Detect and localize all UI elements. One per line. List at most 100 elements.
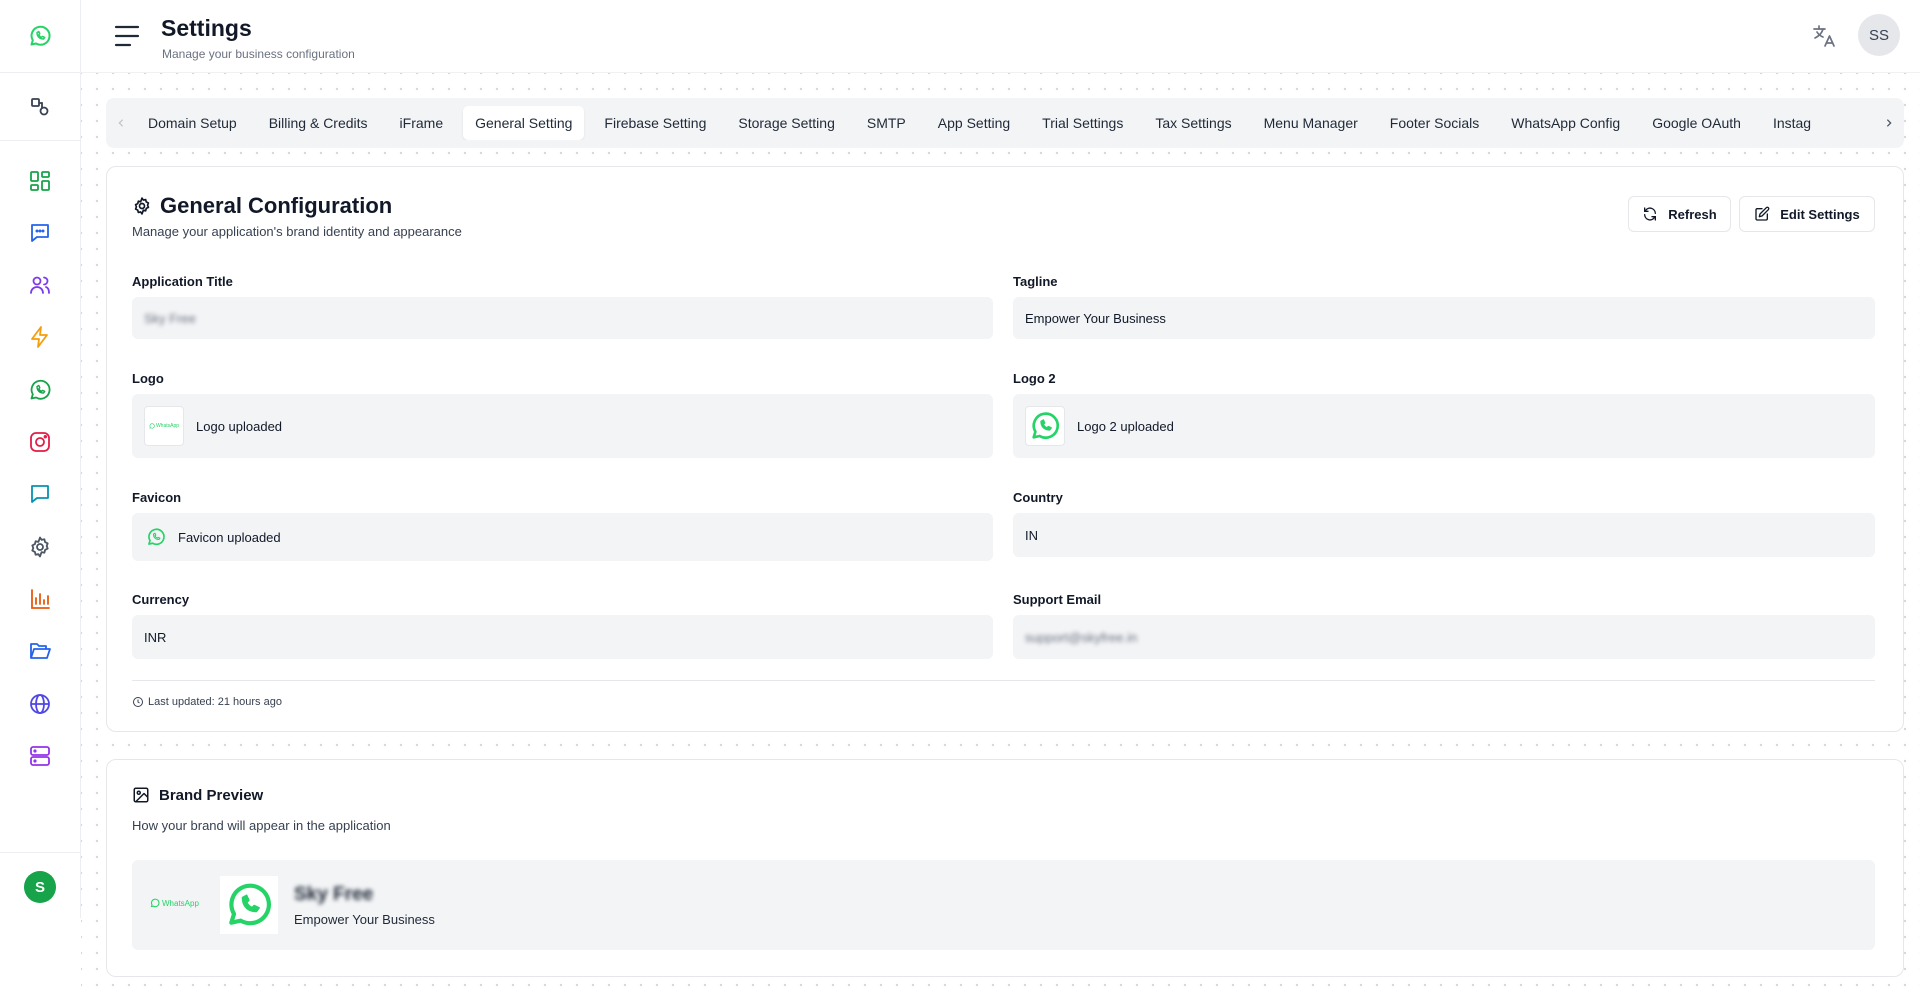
last-updated-text: Last updated: 21 hours ago bbox=[148, 696, 282, 708]
last-updated: Last updated: 21 hours ago bbox=[132, 696, 282, 708]
brand-logo-wordmark: WhatsApp bbox=[150, 898, 199, 908]
tab-storage-setting[interactable]: Storage Setting bbox=[726, 106, 847, 140]
application-title-value: Sky Free bbox=[144, 310, 197, 326]
brand-tagline: Empower Your Business bbox=[294, 912, 435, 927]
whatsapp-wordmark: WhatsApp bbox=[149, 423, 179, 429]
support-email-value: support@skyfree.in bbox=[1025, 629, 1138, 645]
page-subtitle: Manage your business configuration bbox=[162, 47, 355, 61]
chevron-left-icon[interactable] bbox=[106, 98, 136, 148]
tab-iframe[interactable]: iFrame bbox=[388, 106, 456, 140]
tagline-value: Empower Your Business bbox=[1025, 310, 1166, 326]
divider bbox=[132, 680, 1875, 681]
country-value: IN bbox=[1025, 527, 1038, 543]
menu-toggle-icon[interactable] bbox=[113, 23, 141, 49]
tab-firebase-setting[interactable]: Firebase Setting bbox=[592, 106, 718, 140]
brand-logo-text: WhatsApp bbox=[162, 898, 199, 908]
edit-icon bbox=[1755, 206, 1770, 221]
tab-tax-settings[interactable]: Tax Settings bbox=[1143, 106, 1243, 140]
sidebar: S bbox=[0, 0, 81, 918]
logo-field: WhatsApp Logo uploaded bbox=[132, 394, 993, 458]
tab-domain-setup[interactable]: Domain Setup bbox=[136, 106, 249, 140]
tagline-label: Tagline bbox=[1013, 274, 1058, 289]
logo-thumb-text: WhatsApp bbox=[155, 423, 180, 429]
general-configuration-card: General Configuration Manage your applic… bbox=[106, 166, 1904, 732]
lightning-icon[interactable] bbox=[24, 321, 56, 353]
logo2-label: Logo 2 bbox=[1013, 371, 1056, 386]
edit-settings-label: Edit Settings bbox=[1780, 206, 1860, 222]
gear-icon bbox=[134, 197, 150, 215]
support-email-label: Support Email bbox=[1013, 592, 1102, 607]
logo2-status: Logo 2 uploaded bbox=[1077, 418, 1174, 434]
edit-settings-button[interactable]: Edit Settings bbox=[1739, 196, 1875, 232]
settings-tabs: Domain Setup Billing & Credits iFrame Gener… bbox=[106, 98, 1904, 148]
country-field: IN bbox=[1013, 513, 1875, 557]
tab-app-setting[interactable]: App Setting bbox=[926, 106, 1022, 140]
brand-preview-title: Brand Preview bbox=[132, 786, 263, 804]
clock-icon bbox=[133, 697, 143, 707]
country-label: Country bbox=[1013, 490, 1063, 505]
logo2-field: Logo 2 uploaded bbox=[1013, 394, 1875, 458]
tab-whatsapp-config[interactable]: WhatsApp Config bbox=[1499, 106, 1632, 140]
logo-thumbnail: WhatsApp bbox=[144, 406, 184, 446]
instagram-icon[interactable] bbox=[24, 426, 56, 458]
chevron-right-icon[interactable] bbox=[1874, 98, 1904, 148]
favicon-label: Favicon bbox=[132, 490, 182, 505]
shapes-icon[interactable] bbox=[24, 91, 56, 123]
refresh-icon bbox=[1644, 207, 1657, 221]
brand-logo-icon bbox=[220, 876, 278, 934]
brand-preview-box: WhatsApp Sky Free Empower Your Business bbox=[132, 860, 1875, 950]
whatsapp-icon bbox=[148, 528, 165, 546]
brand-name: Sky Free bbox=[294, 884, 374, 905]
image-icon bbox=[133, 787, 149, 803]
whatsapp-logo-icon[interactable] bbox=[24, 20, 56, 52]
application-title-label: Application Title bbox=[132, 274, 233, 289]
currency-field: INR bbox=[132, 615, 993, 659]
currency-value: INR bbox=[144, 629, 167, 645]
globe-icon[interactable] bbox=[24, 688, 56, 720]
whatsapp-icon bbox=[149, 423, 155, 429]
tab-list: Domain Setup Billing & Credits iFrame Gener… bbox=[136, 106, 1874, 140]
user-avatar[interactable]: S bbox=[24, 871, 56, 903]
user-avatar-initials[interactable]: SS bbox=[1858, 14, 1900, 56]
tab-trial-settings[interactable]: Trial Settings bbox=[1030, 106, 1135, 140]
gear-icon[interactable] bbox=[24, 531, 56, 563]
tab-menu-manager[interactable]: Menu Manager bbox=[1252, 106, 1370, 140]
card-title: General Configuration bbox=[132, 193, 392, 219]
card-subtitle: Manage your application's brand identity… bbox=[132, 224, 462, 239]
whatsapp-icon bbox=[150, 898, 160, 908]
sidebar-separator bbox=[0, 140, 81, 141]
users-icon[interactable] bbox=[24, 269, 56, 301]
favicon-status: Favicon uploaded bbox=[178, 529, 281, 545]
folder-open-icon[interactable] bbox=[24, 635, 56, 667]
tagline-field: Empower Your Business bbox=[1013, 297, 1875, 339]
brand-preview-card: Brand Preview How your brand will appear… bbox=[106, 759, 1904, 977]
logo-status: Logo uploaded bbox=[196, 418, 283, 434]
chat-bubble-icon[interactable] bbox=[24, 217, 56, 249]
general-title-text: General Configuration bbox=[160, 193, 393, 218]
sidebar-separator bbox=[0, 852, 81, 853]
tab-google-oauth[interactable]: Google OAuth bbox=[1640, 106, 1753, 140]
tab-instag[interactable]: Instag bbox=[1761, 106, 1823, 140]
tab-general-setting[interactable]: General Setting bbox=[463, 106, 585, 140]
favicon-field: Favicon uploaded bbox=[132, 513, 993, 561]
currency-label: Currency bbox=[132, 592, 190, 607]
refresh-label: Refresh bbox=[1668, 206, 1717, 222]
logo-label: Logo bbox=[132, 371, 164, 386]
sidebar-separator bbox=[0, 72, 81, 73]
tab-footer-socials[interactable]: Footer Socials bbox=[1378, 106, 1491, 140]
tab-billing-credits[interactable]: Billing & Credits bbox=[257, 106, 380, 140]
server-icon[interactable] bbox=[24, 740, 56, 772]
brand-preview-subtitle: How your brand will appear in the applic… bbox=[132, 818, 391, 833]
page-title: Settings bbox=[161, 15, 252, 41]
main-content: Domain Setup Billing & Credits iFrame Gener… bbox=[81, 73, 1920, 997]
bar-chart-icon[interactable] bbox=[24, 583, 56, 615]
tab-smtp[interactable]: SMTP bbox=[855, 106, 918, 140]
favicon-thumbnail bbox=[144, 525, 168, 549]
translate-icon[interactable] bbox=[1810, 21, 1840, 51]
whatsapp-icon[interactable] bbox=[24, 374, 56, 406]
whatsapp-icon bbox=[229, 883, 271, 926]
top-header: Settings Manage your business configurat… bbox=[81, 0, 1920, 73]
dashboard-grid-icon[interactable] bbox=[24, 165, 56, 197]
refresh-button[interactable]: Refresh bbox=[1628, 196, 1731, 232]
message-square-icon[interactable] bbox=[24, 478, 56, 510]
